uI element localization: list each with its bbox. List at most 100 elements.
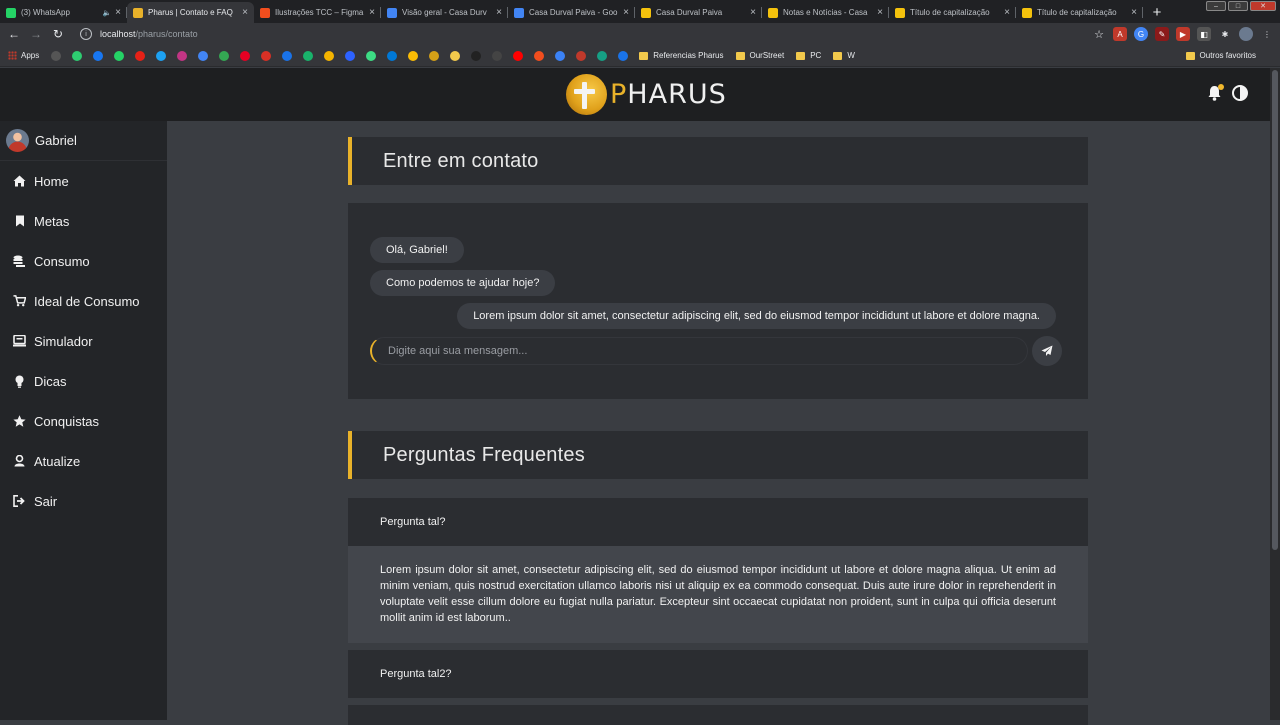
theme-toggle-icon[interactable]	[1232, 85, 1248, 101]
page-scrollbar[interactable]	[1270, 68, 1280, 720]
pharus-logo[interactable]: PHARUS	[566, 74, 727, 115]
browser-tab[interactable]: (3) WhatsApp 🔈 ×	[0, 2, 127, 23]
bookmark-folder[interactable]: W	[833, 51, 855, 60]
bookmark-favicon-icon[interactable]	[450, 50, 461, 61]
browser-tab[interactable]: Casa Durval Paiva ×	[635, 2, 762, 23]
bookmark-favicon-icon[interactable]	[492, 50, 503, 61]
notifications-bell-icon[interactable]	[1207, 84, 1224, 101]
sidebar-item-ideal-de-consumo[interactable]: Ideal de Consumo	[0, 281, 167, 321]
faq-answer: Lorem ipsum dolor sit amet, consectetur …	[348, 546, 1088, 643]
faq-question[interactable]: Pergunta tal?	[348, 498, 1088, 546]
bookmark-favicon-icon[interactable]	[513, 50, 524, 61]
star-bookmark-icon[interactable]: ☆	[1092, 27, 1106, 41]
close-tab-icon[interactable]: ×	[115, 7, 121, 18]
browser-tab[interactable]: Notas e Notícias - Casa ×	[762, 2, 889, 23]
message-input[interactable]: Digite aqui sua mensagem...	[370, 337, 1028, 365]
bookmark-favicon-icon[interactable]	[387, 50, 398, 61]
bookmark-favicon-icon[interactable]	[261, 50, 272, 61]
sidebar-user[interactable]: Gabriel	[0, 121, 167, 161]
bookmark-favicon-icon[interactable]	[324, 50, 335, 61]
bookmark-favicon-icon[interactable]	[366, 50, 377, 61]
tab-title: Ilustrações TCC – Figma	[275, 8, 364, 17]
apps-bookmark[interactable]: Apps	[8, 51, 39, 60]
close-window-button[interactable]: ✕	[1250, 1, 1276, 11]
sidebar-item-home[interactable]: Home	[0, 161, 167, 201]
sidebar-item-consumo[interactable]: Consumo	[0, 241, 167, 281]
bookmark-favicon-icon[interactable]	[282, 50, 293, 61]
bookmark-favicon-icon[interactable]	[219, 50, 230, 61]
message-composer: Digite aqui sua mensagem...	[370, 336, 1062, 366]
faq-title-card: Perguntas Frequentes	[348, 431, 1088, 479]
pdf-icon[interactable]: ✎	[1155, 27, 1169, 41]
bookmark-favicon-icon[interactable]	[429, 50, 440, 61]
bookmark-favicon-icon[interactable]	[156, 50, 167, 61]
forward-button[interactable]: →	[25, 27, 47, 41]
bookmark-favicon-icon[interactable]	[345, 50, 356, 61]
profile-avatar[interactable]	[1239, 27, 1253, 41]
maximize-button[interactable]: □	[1228, 1, 1248, 11]
bookmark-favicon-icon[interactable]	[408, 50, 419, 61]
sidebar-item-dicas[interactable]: Dicas	[0, 361, 167, 401]
sidebar-item-simulador[interactable]: Simulador	[0, 321, 167, 361]
bookmark-favicon-icon[interactable]	[114, 50, 125, 61]
address-bar[interactable]: i localhost/pharus/contato	[74, 25, 1104, 43]
bookmark-folder[interactable]: PC	[796, 51, 821, 60]
sidebar-item-sair[interactable]: Sair	[0, 481, 167, 521]
video-icon[interactable]: ▶	[1176, 27, 1190, 41]
close-tab-icon[interactable]: ×	[1131, 7, 1137, 18]
close-tab-icon[interactable]: ×	[877, 7, 883, 18]
bookmark-favicon-icon[interactable]	[93, 50, 104, 61]
close-tab-icon[interactable]: ×	[242, 7, 248, 18]
bookmark-favicon-icon[interactable]	[198, 50, 209, 61]
sidebar-item-label: Atualize	[34, 453, 81, 469]
browser-tab[interactable]: Título de capitalização ×	[889, 2, 1016, 23]
bookmark-favicon-icon[interactable]	[576, 50, 587, 61]
browser-tab[interactable]: Título de capitalização ×	[1016, 2, 1143, 23]
close-tab-icon[interactable]: ×	[623, 7, 629, 18]
bookmark-favicon-icon[interactable]	[240, 50, 251, 61]
browser-menu-icon[interactable]: ⋮	[1260, 27, 1274, 41]
bookmark-favicon-icon[interactable]	[51, 50, 62, 61]
adblock-icon[interactable]: A	[1113, 27, 1127, 41]
close-tab-icon[interactable]: ×	[750, 7, 756, 18]
faq-question-partial[interactable]	[348, 705, 1088, 725]
site-info-icon[interactable]: i	[80, 28, 92, 40]
bookmark-favicon-icon[interactable]	[471, 50, 482, 61]
bookmark-folder[interactable]: Referencias Pharus	[639, 51, 724, 60]
close-tab-icon[interactable]: ×	[369, 7, 375, 18]
new-tab-button[interactable]: +	[1147, 2, 1167, 22]
tabs-icon[interactable]: ◧	[1197, 27, 1211, 41]
reload-button[interactable]: ↻	[47, 27, 69, 41]
faq-question[interactable]: Pergunta tal2?	[348, 650, 1088, 698]
minimize-button[interactable]: –	[1206, 1, 1226, 11]
bookmark-favicon-icon[interactable]	[72, 50, 83, 61]
browser-tab[interactable]: Casa Durval Paiva - Goo ×	[508, 2, 635, 23]
user-update-icon	[13, 455, 26, 468]
app-header: PHARUS	[0, 68, 1270, 121]
extensions-icon[interactable]: ✱	[1218, 27, 1232, 41]
bookmark-favicon-icon[interactable]	[534, 50, 545, 61]
scrollbar-thumb[interactable]	[1272, 70, 1278, 550]
tab-title: Notas e Notícias - Casa	[783, 8, 868, 17]
sidebar-item-metas[interactable]: Metas	[0, 201, 167, 241]
muted-speaker-icon[interactable]: 🔈	[102, 9, 111, 17]
browser-tab[interactable]: Visão geral - Casa Durv ×	[381, 2, 508, 23]
browser-tab[interactable]: Ilustrações TCC – Figma ×	[254, 2, 381, 23]
bookmark-favicon-icon[interactable]	[135, 50, 146, 61]
browser-tab[interactable]: Pharus | Contato e FAQ ×	[127, 2, 254, 23]
bookmark-favicon-icon[interactable]	[177, 50, 188, 61]
bookmark-favicon-icon[interactable]	[597, 50, 608, 61]
sidebar-item-atualize[interactable]: Atualize	[0, 441, 167, 481]
close-tab-icon[interactable]: ×	[496, 7, 502, 18]
bookmark-folder[interactable]: OurStreet	[735, 51, 784, 60]
bookmark-favicon-icon[interactable]	[303, 50, 314, 61]
sidebar-item-conquistas[interactable]: Conquistas	[0, 401, 167, 441]
other-bookmarks[interactable]: Outros favoritos	[1185, 51, 1256, 60]
back-button[interactable]: ←	[3, 27, 25, 41]
translate-icon[interactable]: G	[1134, 27, 1148, 41]
bookmark-favicon-icon[interactable]	[618, 50, 629, 61]
close-tab-icon[interactable]: ×	[1004, 7, 1010, 18]
sidebar-menu: Home Metas Consumo Ideal de Consumo Simulado…	[0, 161, 167, 521]
send-button[interactable]	[1032, 336, 1062, 366]
bookmark-favicon-icon[interactable]	[555, 50, 566, 61]
